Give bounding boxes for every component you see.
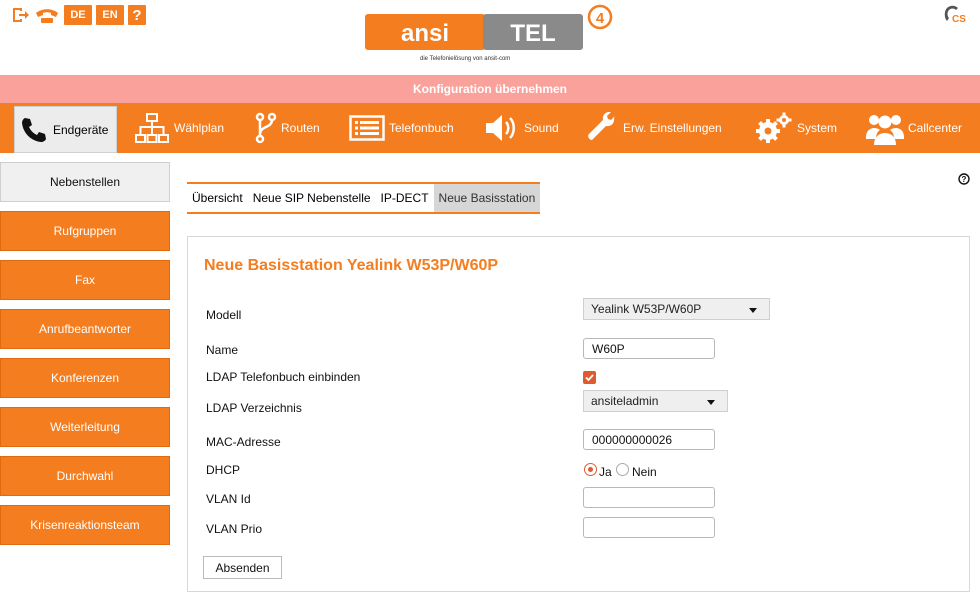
gears-icon	[756, 112, 792, 143]
list-icon	[349, 115, 385, 141]
sidebar-item-label: Durchwahl	[56, 469, 114, 483]
main-nav: Endgeräte Wählplan Routen Telefonbuch So…	[0, 103, 980, 153]
sidebar: Nebenstellen Rufgruppen Fax Anrufbeantwo…	[0, 162, 170, 554]
nav-label: Callcenter	[908, 121, 963, 135]
wrench-icon	[588, 112, 615, 140]
nav-label: Telefonbuch	[389, 121, 454, 135]
cs-label: CS	[952, 14, 966, 25]
top-toolbar: DE EN ?	[10, 5, 146, 25]
ldap-book-label: LDAP Telefonbuch einbinden	[206, 370, 361, 384]
nav-endgeraete[interactable]: Endgeräte	[14, 106, 118, 153]
tab-ip-dect[interactable]: IP-DECT	[376, 184, 434, 212]
cs-icon[interactable]: CS	[944, 4, 966, 26]
apply-config-label: Konfiguration übernehmen	[413, 82, 567, 96]
logo-text-right: TEL	[510, 20, 555, 47]
modell-label: Modell	[206, 308, 242, 322]
sidebar-item-fax[interactable]: Fax	[0, 260, 170, 300]
mac-input[interactable]	[583, 429, 715, 450]
nav-label: Wählplan	[174, 121, 225, 135]
name-input[interactable]	[583, 338, 715, 359]
tab-uebersicht[interactable]: Übersicht	[187, 184, 248, 212]
dhcp-no-label: Nein	[632, 465, 657, 479]
nav-label: System	[797, 121, 838, 135]
nav-system[interactable]: System	[755, 103, 837, 153]
sidebar-item-label: Konferenzen	[50, 371, 120, 385]
sidebar-item-konferenzen[interactable]: Konferenzen	[0, 358, 170, 398]
nav-erw-einstellungen[interactable]: Erw. Einstellungen	[587, 103, 722, 153]
modell-select-value: Yealink W53P/W60P	[591, 302, 702, 316]
sidebar-item-nebenstellen[interactable]: Nebenstellen	[0, 162, 170, 202]
sidebar-item-anrufbeantworter[interactable]: Anrufbeantworter	[0, 309, 170, 349]
sidebar-item-label: Anrufbeantworter	[38, 322, 132, 336]
logout-icon[interactable]	[10, 5, 30, 25]
ldap-dir-select-value: ansiteladmin	[591, 394, 659, 408]
top-bar: DE EN ? ansi TEL 4 die Telefonielösung v…	[0, 0, 980, 75]
modell-select[interactable]: Yealink W53P/W60P	[583, 298, 770, 320]
sidebar-item-label: Nebenstellen	[49, 175, 121, 189]
help-circle-icon[interactable]: ?	[958, 173, 970, 185]
chevron-down-icon	[749, 308, 757, 313]
sitemap-icon	[135, 113, 169, 143]
help-circle-glyph: ?	[962, 175, 967, 184]
lang-en-button[interactable]: EN	[96, 5, 124, 25]
ldap-dir-label: LDAP Verzeichnis	[206, 401, 302, 415]
tab-label: IP-DECT	[380, 191, 429, 205]
sidebar-item-rufgruppen[interactable]: Rufgruppen	[0, 211, 170, 251]
subtabs: Übersicht Neue SIP Nebenstelle IP-DECT N…	[187, 182, 541, 214]
lang-de-label: DE	[70, 9, 86, 21]
nav-callcenter[interactable]: Callcenter	[866, 103, 962, 153]
speaker-icon	[486, 115, 515, 141]
help-button[interactable]: ?	[128, 5, 146, 25]
users-icon	[866, 115, 904, 145]
sidebar-item-label: Krisenreaktionsteam	[30, 518, 140, 532]
tab-label: Neue SIP Nebenstelle	[252, 191, 371, 205]
name-label: Name	[206, 343, 239, 357]
tab-neue-basisstation[interactable]: Neue Basisstation	[433, 184, 541, 212]
tab-label: Neue Basisstation	[438, 191, 536, 205]
vlan-prio-input[interactable]	[583, 517, 715, 538]
vlan-prio-label: VLAN Prio	[206, 522, 263, 536]
dhcp-label: DHCP	[206, 463, 241, 477]
tab-label: Übersicht	[192, 191, 243, 205]
help-glyph: ?	[132, 6, 142, 24]
nav-label: Sound	[524, 121, 559, 135]
phone-hangup-icon[interactable]	[34, 5, 60, 25]
nav-sound[interactable]: Sound	[484, 103, 559, 153]
check-icon	[585, 374, 594, 382]
dhcp-yes-label: Ja	[599, 465, 612, 479]
chevron-down-icon	[707, 400, 715, 405]
lang-de-button[interactable]: DE	[64, 5, 92, 25]
dhcp-yes-radio[interactable]	[584, 463, 597, 476]
route-icon	[255, 112, 277, 144]
sidebar-item-weiterleitung[interactable]: Weiterleitung	[0, 407, 170, 447]
phone-icon	[22, 117, 46, 142]
vlan-id-label: VLAN Id	[206, 492, 251, 506]
dhcp-no-radio[interactable]	[616, 463, 629, 476]
tab-neue-sip-nebenstelle[interactable]: Neue SIP Nebenstelle	[248, 184, 376, 212]
sidebar-item-krisenreaktionsteam[interactable]: Krisenreaktionsteam	[0, 505, 170, 545]
ldap-dir-select[interactable]: ansiteladmin	[583, 390, 728, 412]
nav-label: Routen	[281, 121, 320, 135]
logo-version: 4	[596, 10, 605, 27]
nav-telefonbuch[interactable]: Telefonbuch	[349, 103, 454, 153]
logo-tagline: die Telefonielösung von ansit-com	[420, 56, 511, 62]
nav-routen[interactable]: Routen	[255, 103, 320, 153]
form-title: Neue Basisstation Yealink W53P/W60P	[204, 257, 499, 274]
mac-label: MAC-Adresse	[206, 435, 281, 449]
nav-label: Endgeräte	[53, 122, 109, 137]
apply-config-bar[interactable]: Konfiguration übernehmen	[0, 75, 980, 103]
lang-en-label: EN	[102, 9, 118, 21]
form-panel: Neue Basisstation Yealink W53P/W60P Mode…	[187, 236, 970, 592]
submit-button[interactable]: Absenden	[203, 556, 282, 579]
ldap-book-checkbox[interactable]	[583, 371, 596, 384]
vlan-id-input[interactable]	[583, 487, 715, 508]
sidebar-item-label: Rufgruppen	[53, 224, 117, 238]
sidebar-item-label: Weiterleitung	[50, 420, 120, 434]
logo-text-left: ansi	[401, 20, 449, 47]
sidebar-item-durchwahl[interactable]: Durchwahl	[0, 456, 170, 496]
sidebar-item-label: Fax	[74, 273, 95, 287]
nav-waehlplan[interactable]: Wählplan	[134, 103, 224, 153]
nav-label: Erw. Einstellungen	[623, 121, 722, 135]
